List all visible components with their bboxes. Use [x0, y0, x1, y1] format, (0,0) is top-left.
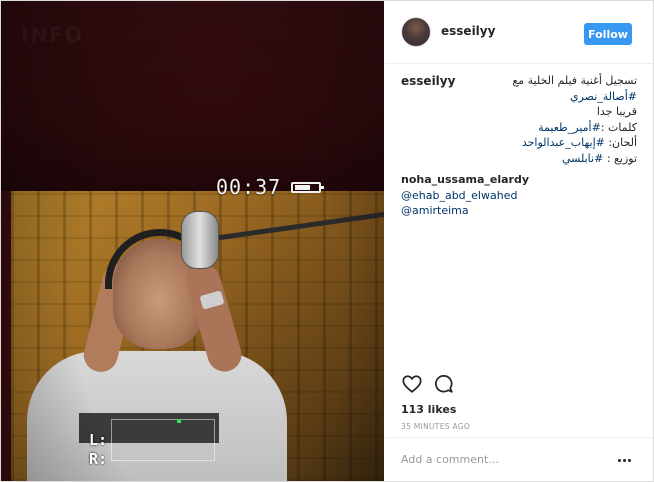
caption-username[interactable]: esseilyy [401, 73, 455, 89]
studio-microphone [181, 211, 219, 269]
header-username[interactable]: esseilyy [441, 24, 495, 38]
mention-link[interactable]: @ehab_abd_elwahed [401, 189, 517, 202]
caption-line: كلمات :#أمير_طعيمة [401, 120, 637, 136]
comment-username[interactable]: noha_ussama_elardy [401, 173, 529, 186]
caption-line: ألحان: #إيهاب_عبدالواحد [401, 135, 637, 151]
post-timestamp: 35 MINUTES AGO [401, 422, 471, 431]
comment-item: noha_ussama_elardy @ehab_abd_elwahed @am… [401, 172, 637, 219]
caption-text-part: تسجيل أغنية فيلم الخلية مع [512, 74, 637, 87]
recording-timer: 00:37 [216, 175, 282, 199]
caption-line: توزيع : #نابلسي [401, 151, 637, 167]
photo-ghost-text: INFO [21, 23, 84, 47]
follow-button[interactable]: Follow [584, 23, 632, 45]
caption-text-part: كلمات : [600, 120, 637, 134]
caption-text-part: توزيع : [603, 151, 637, 165]
instagram-post: INFO 00:37 L: R: esseilyy Follow esseily… [0, 0, 654, 482]
caption-text-part: ألحان: [604, 136, 637, 149]
post-header: esseilyy Follow [385, 1, 653, 64]
audio-meter-frame [111, 419, 215, 461]
avatar[interactable] [401, 17, 431, 47]
post-photo[interactable]: INFO 00:37 L: R: [1, 1, 384, 481]
hashtag-link[interactable]: #أصالة_نصري [570, 90, 637, 103]
comments-area: esseilyy تسجيل أغنية فيلم الخلية مع #أصا… [401, 73, 637, 219]
hashtag-link[interactable]: #إيهاب_عبدالواحد [522, 136, 605, 149]
battery-icon [291, 182, 324, 193]
mention-link[interactable]: @amirteima [401, 204, 469, 217]
likes-count[interactable]: 113 likes [401, 403, 456, 416]
hashtag-link[interactable]: #أمير_طعيمة [538, 121, 601, 134]
add-comment-bar [385, 437, 653, 481]
hashtag-link[interactable]: #نابلسي [562, 152, 603, 165]
comment-icon[interactable] [433, 373, 455, 395]
post-side-panel: esseilyy Follow esseilyy تسجيل أغنية فيل… [385, 1, 653, 481]
caption-text-part: قريبا جدا [596, 105, 637, 118]
audio-meter-indicator [177, 419, 181, 423]
caption-line: قريبا جدا [401, 104, 637, 120]
comment-input[interactable] [401, 450, 601, 468]
heart-icon[interactable] [401, 373, 423, 395]
more-options-icon[interactable] [613, 456, 635, 464]
audio-channel-labels: L: R: [89, 431, 108, 468]
